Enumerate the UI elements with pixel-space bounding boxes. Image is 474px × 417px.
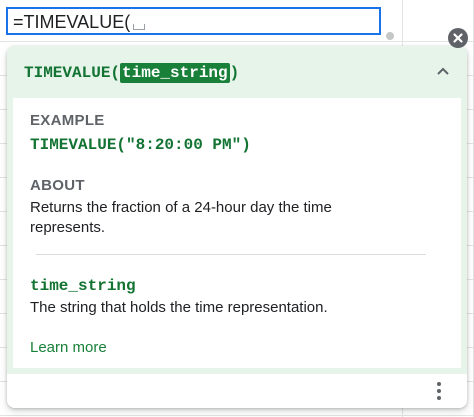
current-argument-highlight: time_string <box>120 63 230 83</box>
function-name: TIMEVALUE( <box>24 64 121 82</box>
more-vert-icon[interactable] <box>433 381 445 401</box>
learn-more-link[interactable]: Learn more <box>30 339 107 356</box>
function-help-popup: TIMEVALUE(time_string) EXAMPLE TIMEVALUE… <box>7 46 467 408</box>
close-button[interactable] <box>448 28 468 48</box>
popup-header[interactable]: TIMEVALUE(time_string) <box>7 46 467 98</box>
function-signature: TIMEVALUE(time_string) <box>24 62 239 84</box>
chevron-up-icon[interactable] <box>435 63 451 79</box>
closing-paren: ) <box>229 64 240 82</box>
popup-body: EXAMPLE TIMEVALUE("8:20:00 PM") ABOUT Re… <box>7 98 467 374</box>
argument-placeholder-icon <box>133 24 146 30</box>
argument-name: time_string <box>30 277 136 295</box>
grid-line <box>0 41 474 42</box>
grid-line <box>0 415 474 416</box>
about-title: ABOUT <box>30 177 85 194</box>
about-text: Returns the fraction of a 24-hour day th… <box>30 199 332 236</box>
example-title: EXAMPLE <box>30 112 105 129</box>
cell-formula-editor[interactable]: =TIMEVALUE( <box>6 7 381 35</box>
divider <box>36 254 426 255</box>
cell-handle <box>386 32 394 40</box>
argument-description: The string that holds the time represent… <box>30 299 328 316</box>
formula-text: =TIMEVALUE( <box>13 12 131 32</box>
formula-text-container: =TIMEVALUE( <box>13 12 146 32</box>
example-code: TIMEVALUE("8:20:00 PM") <box>30 136 251 154</box>
popup-footer <box>7 374 467 408</box>
close-icon <box>453 33 463 43</box>
